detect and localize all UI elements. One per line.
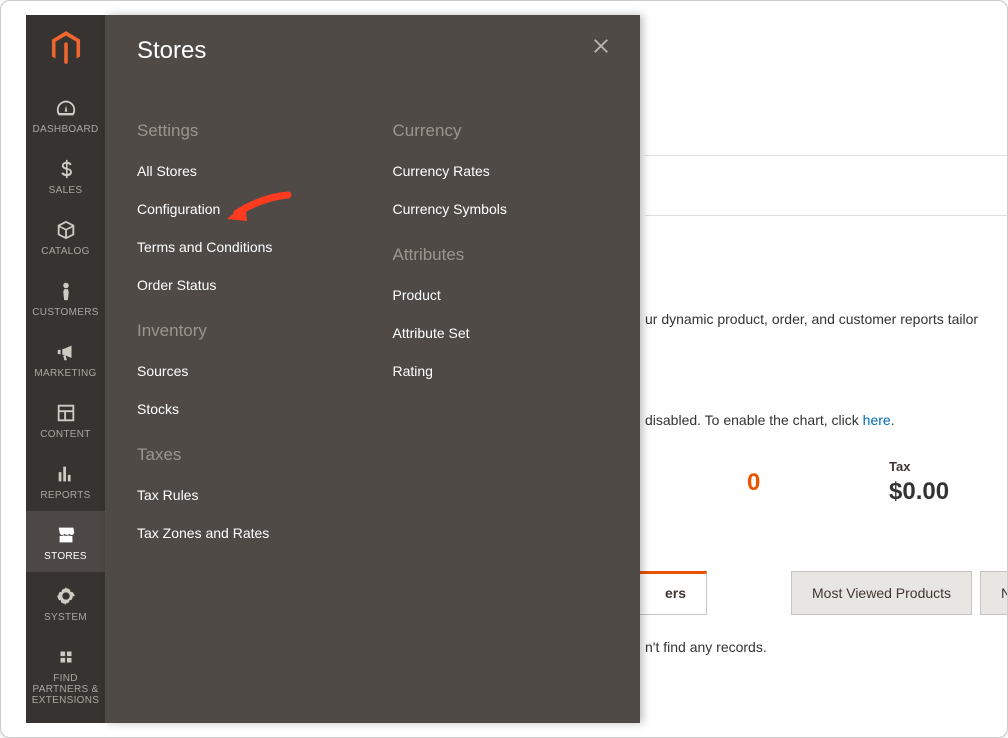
- nav-dashboard[interactable]: DASHBOARD: [26, 84, 105, 145]
- nav-catalog[interactable]: CATALOG: [26, 206, 105, 267]
- storefront-icon: [26, 521, 105, 549]
- tab-most-viewed[interactable]: Most Viewed Products: [791, 571, 972, 615]
- link-product-attr[interactable]: Product: [393, 287, 609, 303]
- megaphone-icon: [26, 338, 105, 366]
- nav-content[interactable]: CONTENT: [26, 389, 105, 450]
- nav-label: SALES: [26, 185, 105, 196]
- section-taxes-title: Taxes: [137, 445, 353, 465]
- nav-find-partners[interactable]: FIND PARTNERS & EXTENSIONS: [26, 633, 105, 716]
- link-rating[interactable]: Rating: [393, 363, 609, 379]
- blocks-icon: [26, 643, 105, 671]
- link-configuration[interactable]: Configuration: [137, 201, 353, 217]
- gear-icon: [26, 582, 105, 610]
- nav-sales[interactable]: SALES: [26, 145, 105, 206]
- divider: [645, 215, 1007, 216]
- nav-label: FIND PARTNERS & EXTENSIONS: [26, 673, 105, 706]
- tab-new-customers-fragment[interactable]: New Customer: [980, 571, 1007, 615]
- box-icon: [26, 216, 105, 244]
- tax-label: Tax: [889, 459, 1007, 474]
- section-currency-title: Currency: [393, 121, 609, 141]
- stores-flyout: Stores Settings All Stores Configuration…: [105, 15, 640, 723]
- close-button[interactable]: [586, 33, 616, 63]
- link-attribute-set[interactable]: Attribute Set: [393, 325, 609, 341]
- nav-reports[interactable]: REPORTS: [26, 450, 105, 511]
- section-attributes-title: Attributes: [393, 245, 609, 265]
- nav-label: CATALOG: [26, 246, 105, 257]
- link-stocks[interactable]: Stocks: [137, 401, 353, 417]
- link-tax-zones-rates[interactable]: Tax Zones and Rates: [137, 525, 353, 541]
- chart-disabled-note: disabled. To enable the chart, click her…: [645, 412, 895, 428]
- divider: [645, 155, 1007, 156]
- link-all-stores[interactable]: All Stores: [137, 163, 353, 179]
- close-icon: [592, 37, 610, 60]
- link-currency-symbols[interactable]: Currency Symbols: [393, 201, 609, 217]
- layout-icon: [26, 399, 105, 427]
- bar-chart-icon: [26, 460, 105, 488]
- admin-left-nav: DASHBOARD SALES CATALOG CUSTOMERS MARKET: [26, 15, 105, 723]
- no-records-text: n't find any records.: [645, 639, 767, 655]
- nav-system[interactable]: SYSTEM: [26, 572, 105, 633]
- tax-amount: $0.00: [889, 478, 1007, 506]
- link-order-status[interactable]: Order Status: [137, 277, 353, 293]
- dollar-icon: [26, 155, 105, 183]
- link-sources[interactable]: Sources: [137, 363, 353, 379]
- section-settings-title: Settings: [137, 121, 353, 141]
- bi-promo-text: ur dynamic product, order, and customer …: [645, 311, 978, 327]
- nav-customers[interactable]: CUSTOMERS: [26, 267, 105, 328]
- flyout-col-right: Currency Currency Rates Currency Symbols…: [393, 121, 609, 563]
- gauge-icon: [26, 94, 105, 122]
- nav-label: STORES: [26, 551, 105, 562]
- nav-stores[interactable]: STORES: [26, 511, 105, 572]
- section-inventory-title: Inventory: [137, 321, 353, 341]
- nav-label: CUSTOMERS: [26, 307, 105, 318]
- flyout-col-left: Settings All Stores Configuration Terms …: [137, 121, 353, 563]
- link-tax-rules[interactable]: Tax Rules: [137, 487, 353, 503]
- nav-label: MARKETING: [26, 368, 105, 379]
- dashboard-tabs: Most Viewed Products New Customer: [645, 571, 1007, 615]
- nav-marketing[interactable]: MARKETING: [26, 328, 105, 389]
- chart-note-suffix: .: [891, 412, 895, 428]
- link-currency-rates[interactable]: Currency Rates: [393, 163, 609, 179]
- nav-label: SYSTEM: [26, 612, 105, 623]
- chart-note-prefix: disabled. To enable the chart, click: [645, 412, 863, 428]
- nav-label: REPORTS: [26, 490, 105, 501]
- person-icon: [26, 277, 105, 305]
- link-terms-conditions[interactable]: Terms and Conditions: [137, 239, 353, 255]
- nav-label: DASHBOARD: [26, 124, 105, 135]
- stat-value-fragment: 0: [747, 469, 760, 497]
- flyout-title: Stores: [137, 37, 608, 65]
- nav-label: CONTENT: [26, 429, 105, 440]
- magento-logo[interactable]: [51, 31, 81, 70]
- tax-stat: Tax $0.00: [889, 459, 1007, 506]
- enable-chart-link[interactable]: here: [863, 412, 891, 428]
